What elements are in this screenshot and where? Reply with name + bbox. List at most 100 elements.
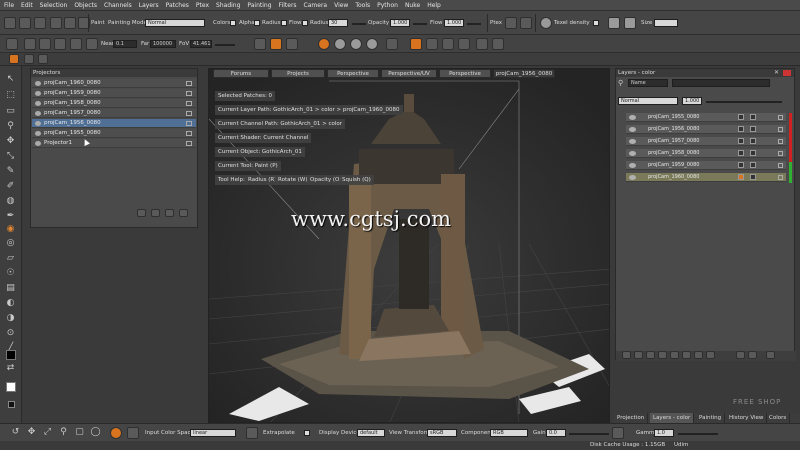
layer-opacity-slider[interactable] xyxy=(706,101,782,103)
right-panel-tab[interactable]: Colors xyxy=(766,413,791,423)
visibility-eye-icon[interactable] xyxy=(35,131,41,136)
swap-colors-icon[interactable]: ⇄ xyxy=(5,363,16,374)
ptex-resize-icon[interactable] xyxy=(520,17,532,29)
eraser-tool-icon[interactable]: ▱ xyxy=(5,253,16,264)
fov-input[interactable]: 41.461 xyxy=(190,40,212,48)
radius-checkbox[interactable] xyxy=(281,20,287,26)
new-group-icon[interactable] xyxy=(634,351,643,359)
menu-item-help[interactable]: Help xyxy=(427,2,441,9)
select-tool-icon[interactable]: ↖ xyxy=(5,74,16,85)
close-icon[interactable]: ✕ xyxy=(774,70,780,76)
menu-item-painting[interactable]: Painting xyxy=(247,2,271,9)
project-icon[interactable] xyxy=(165,209,174,217)
projector-row[interactable]: projCam_1956_0080 xyxy=(32,119,196,128)
layer-row[interactable]: projCam_1958_0080 xyxy=(626,149,786,158)
menu-item-camera[interactable]: Camera xyxy=(304,2,328,9)
menu-item-ptex[interactable]: Ptex xyxy=(196,2,209,9)
gamma-slider[interactable] xyxy=(678,433,718,435)
menu-item-tools[interactable]: Tools xyxy=(355,2,370,9)
uv-grid-icon[interactable] xyxy=(608,17,620,29)
menu-item-edit[interactable]: Edit xyxy=(21,2,33,9)
layer-mask-icon[interactable] xyxy=(750,174,756,180)
layer-mask-icon[interactable] xyxy=(750,114,756,120)
save-project-icon[interactable] xyxy=(34,17,46,29)
layer-lock-icon[interactable] xyxy=(778,163,783,168)
layer-lock-icon[interactable] xyxy=(778,115,783,120)
visibility-eye-icon[interactable] xyxy=(629,115,636,120)
stamp-icon[interactable] xyxy=(24,54,34,64)
projector-camera-icon[interactable] xyxy=(186,101,192,106)
viewport-tab[interactable]: Perspective xyxy=(439,69,491,78)
reset-colors-icon[interactable] xyxy=(8,401,15,408)
filter-icon[interactable] xyxy=(38,54,48,64)
reset-view-icon[interactable]: ◯ xyxy=(90,427,101,438)
zoom-view-icon[interactable]: ⚲ xyxy=(58,427,69,438)
adjustment-layer-icon[interactable] xyxy=(646,351,655,359)
blend-mode-select[interactable]: Normal xyxy=(618,97,678,105)
clone-tool-icon[interactable]: ◎ xyxy=(5,238,16,249)
extrapolate-checkbox[interactable] xyxy=(304,430,310,436)
projector-camera-icon[interactable] xyxy=(186,91,192,96)
layer-mask-icon[interactable] xyxy=(750,150,756,156)
component-select[interactable]: RGB xyxy=(490,429,528,437)
layer-lock-icon[interactable] xyxy=(778,151,783,156)
right-panel-tab[interactable]: Painting xyxy=(696,413,726,423)
projector-row[interactable]: projCam_1957_0080 xyxy=(32,109,196,118)
viewport-tab[interactable]: Perspective xyxy=(327,69,379,78)
new-layer-icon[interactable] xyxy=(622,351,631,359)
projector-camera-icon[interactable] xyxy=(186,131,192,136)
delete-layer-icon[interactable] xyxy=(766,351,775,359)
right-panel-tab[interactable]: Projection xyxy=(614,413,649,423)
visibility-eye-icon[interactable] xyxy=(629,139,636,144)
projector-row[interactable]: projCam_1960_0080 xyxy=(32,79,196,88)
layer-lock-icon[interactable] xyxy=(778,139,783,144)
flat-shading-icon[interactable] xyxy=(318,38,330,50)
undo-icon[interactable] xyxy=(50,17,62,29)
layer-filter-select[interactable]: Name xyxy=(628,79,668,87)
visibility-eye-icon[interactable] xyxy=(35,121,41,126)
visibility-eye-icon[interactable] xyxy=(35,111,41,116)
input-color-space-select[interactable]: linear xyxy=(190,429,236,437)
display-device-select[interactable]: default xyxy=(357,429,385,437)
right-panel-tab[interactable]: History View xyxy=(726,413,768,423)
layer-row[interactable]: projCam_1955_0080 xyxy=(626,113,786,122)
merge-icon[interactable] xyxy=(670,351,679,359)
projection-icon[interactable] xyxy=(476,38,488,50)
layer-row[interactable]: projCam_1957_0080 xyxy=(626,137,786,146)
lit-shading-icon[interactable] xyxy=(366,38,378,50)
flow-slider[interactable] xyxy=(467,23,481,25)
lighting-icon[interactable] xyxy=(70,38,82,50)
menu-item-objects[interactable]: Objects xyxy=(74,2,97,9)
pen-tool-icon[interactable]: ✒ xyxy=(5,211,16,222)
duplicate-layer-icon[interactable] xyxy=(682,351,691,359)
zoom-tool-icon[interactable]: ⚲ xyxy=(5,121,16,132)
colors-checkbox[interactable] xyxy=(230,20,236,26)
layer-opacity-input[interactable]: 1.000 xyxy=(682,97,702,105)
redo-icon[interactable] xyxy=(64,17,76,29)
brush-tool-icon[interactable]: ✐ xyxy=(5,181,16,192)
lut-icon[interactable] xyxy=(127,427,139,439)
projector-camera-icon[interactable] xyxy=(186,141,192,146)
add-projector-icon[interactable] xyxy=(137,209,146,217)
marquee-tool-icon[interactable]: ▭ xyxy=(5,106,16,117)
lasso-tool-icon[interactable]: ⬚ xyxy=(5,90,16,101)
menu-item-filters[interactable]: Filters xyxy=(279,2,297,9)
sponge-tool-icon[interactable]: ⊙ xyxy=(5,328,16,339)
visibility-eye-icon[interactable] xyxy=(629,127,636,132)
layer-blend-icon[interactable] xyxy=(738,150,744,156)
gamma-input[interactable]: 1.0 xyxy=(654,429,674,437)
uv-icon[interactable] xyxy=(492,38,504,50)
layer-lock-icon[interactable] xyxy=(778,175,783,180)
layer-row[interactable]: projCam_1959_0080 xyxy=(626,161,786,170)
layer-filter-input[interactable] xyxy=(672,79,770,87)
paint-tool-icon[interactable]: ◉ xyxy=(5,224,16,235)
flatten-icon[interactable] xyxy=(694,351,703,359)
crosshair-icon[interactable] xyxy=(458,38,470,50)
gamma-icon[interactable] xyxy=(612,427,624,439)
foreground-color-swatch[interactable] xyxy=(6,350,16,360)
layer-blend-icon[interactable] xyxy=(738,126,744,132)
visibility-eye-icon[interactable] xyxy=(35,91,41,96)
gradient-tool-icon[interactable]: ▤ xyxy=(5,283,16,294)
projector-camera-icon[interactable] xyxy=(186,121,192,126)
fov-slider[interactable] xyxy=(215,44,235,46)
